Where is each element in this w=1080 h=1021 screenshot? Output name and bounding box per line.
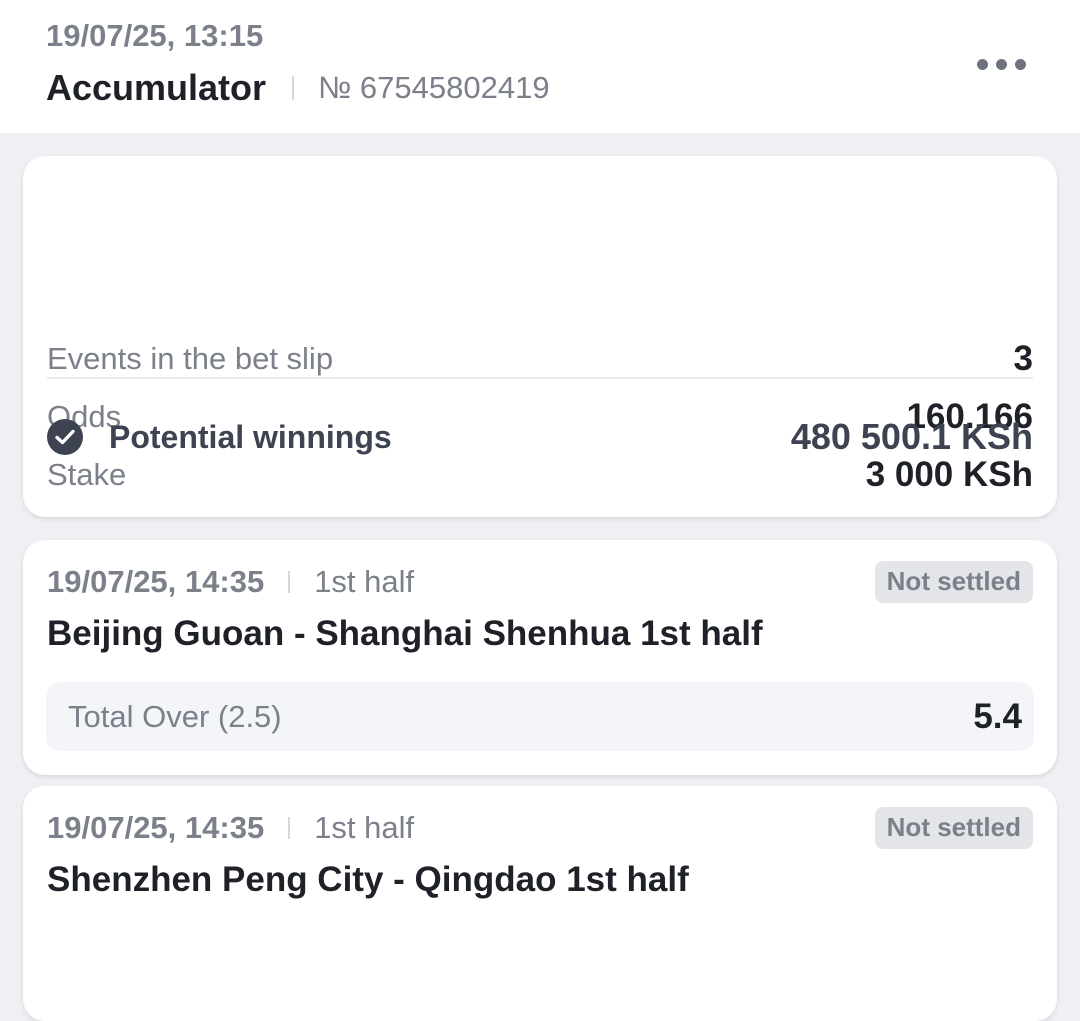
separator xyxy=(288,571,291,593)
check-circle-icon xyxy=(47,419,83,455)
status-badge: Not settled xyxy=(874,807,1033,849)
potential-winnings-label: Potential winnings xyxy=(109,418,392,455)
bet-summary-card: Events in the bet slip 3 Odds 160.166 St… xyxy=(23,156,1057,517)
more-horizontal-icon xyxy=(976,58,1026,70)
bet-header: 19/07/25, 13:15 Accumulator № 6754580241… xyxy=(0,0,1080,133)
event-datetime: 19/07/25, 14:35 xyxy=(47,810,265,845)
market-label: Total Over (2.5) xyxy=(68,698,282,734)
bet-datetime: 19/07/25, 13:15 xyxy=(46,18,264,53)
event-title: Beijing Guoan - Shanghai Shenhua 1st hal… xyxy=(47,614,763,653)
event-datetime: 19/07/25, 14:35 xyxy=(47,564,265,599)
events-count-value: 3 xyxy=(1013,339,1033,378)
stake-label: Stake xyxy=(47,457,127,492)
event-card[interactable]: 19/07/25, 14:35 1st half Not settled She… xyxy=(23,786,1057,1021)
event-period: 1st half xyxy=(314,810,415,845)
summary-divider xyxy=(47,377,1033,379)
bet-title-row: Accumulator № 67545802419 xyxy=(46,64,550,112)
bet-number: № 67545802419 xyxy=(318,70,550,105)
more-options-button[interactable] xyxy=(966,50,1036,78)
events-count-label: Events in the bet slip xyxy=(47,341,334,376)
event-period: 1st half xyxy=(314,564,415,599)
event-title: Shenzhen Peng City - Qingdao 1st half xyxy=(47,860,689,899)
status-badge: Not settled xyxy=(874,561,1033,603)
potential-winnings-value: 480 500.1 KSh xyxy=(790,416,1033,457)
potential-winnings-row: Potential winnings 480 500.1 KSh xyxy=(47,412,1033,462)
separator xyxy=(292,76,295,100)
market-row: Total Over (2.5) 5.4 xyxy=(46,682,1034,751)
event-card[interactable]: 19/07/25, 14:35 1st half Not settled Bei… xyxy=(23,540,1057,775)
separator xyxy=(288,817,291,839)
bet-type: Accumulator xyxy=(46,67,267,108)
market-odds: 5.4 xyxy=(973,696,1022,736)
events-count-row: Events in the bet slip 3 xyxy=(47,336,1033,382)
